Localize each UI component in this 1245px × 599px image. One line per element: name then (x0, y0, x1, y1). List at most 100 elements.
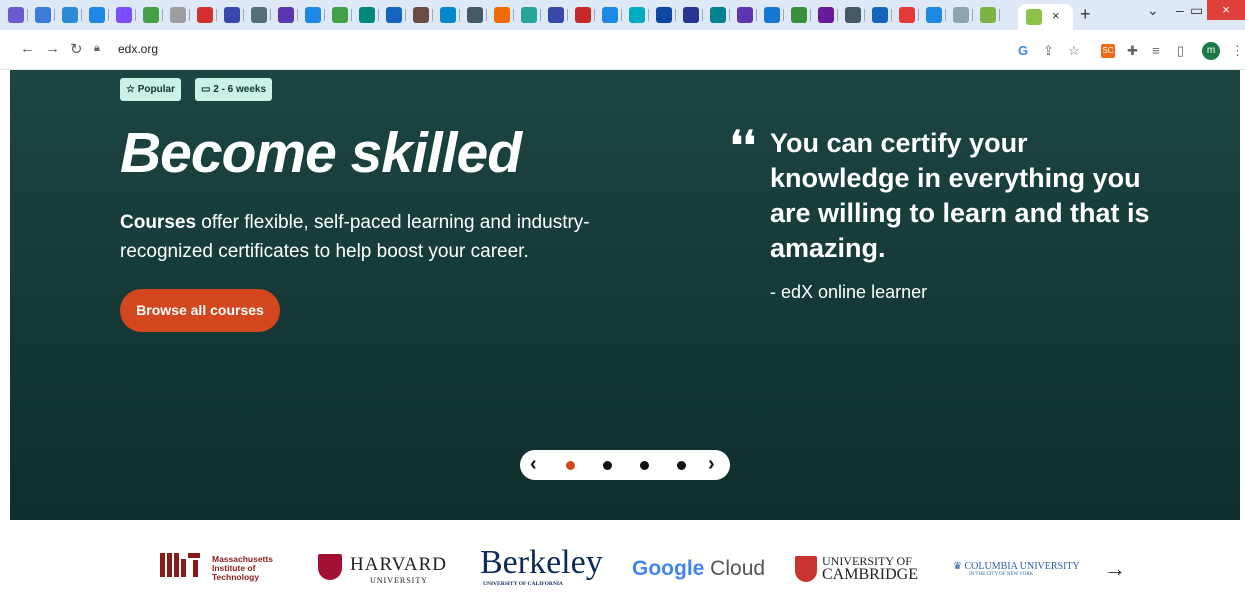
carousel-prev-icon[interactable]: ‹ (530, 453, 537, 476)
partner-logos (0, 520, 1245, 599)
harvard-logo[interactable]: HARVARD UNIVERSITY (350, 554, 447, 585)
profile-avatar[interactable]: m (1202, 42, 1220, 60)
tab-favicon-icon[interactable] (602, 7, 618, 23)
tab-favicon-icon[interactable] (548, 7, 564, 23)
tab-favicon-icon[interactable] (467, 7, 483, 23)
tab-favicon-icon[interactable] (710, 7, 726, 23)
tab-favicon-icon[interactable] (656, 7, 672, 23)
lock-icon[interactable]: 🔒︎ (94, 42, 100, 55)
address-bar[interactable]: 🔒︎ edx.org (90, 36, 1020, 64)
tab-favicon-icon[interactable] (278, 7, 294, 23)
quote-mark-icon: ❛❛ (730, 124, 756, 168)
tab-separator (945, 9, 946, 21)
reading-list-icon[interactable]: ≡ (1152, 43, 1160, 58)
forward-icon[interactable]: → (45, 40, 60, 57)
tab-favicon-icon[interactable] (494, 7, 510, 23)
menu-kebab-icon[interactable]: ⋮ (1231, 43, 1244, 59)
tab-favicon-icon[interactable] (8, 7, 24, 23)
tab-favicon-icon[interactable] (143, 7, 159, 23)
tab-favicon-icon[interactable] (35, 7, 51, 23)
extensions-puzzle-icon[interactable]: ✚ (1127, 43, 1138, 59)
url-text[interactable]: edx.org (118, 42, 158, 56)
window-close-button[interactable]: × (1207, 0, 1245, 20)
cambridge-shield-icon[interactable] (795, 556, 817, 582)
tab-favicon-icon[interactable] (62, 7, 78, 23)
tab-separator (837, 9, 838, 21)
tab-favicon-icon[interactable] (899, 7, 915, 23)
tab-separator (243, 9, 244, 21)
tab-separator (621, 9, 622, 21)
browse-all-courses-button[interactable]: Browse all courses (120, 289, 280, 332)
extension-sc-icon[interactable]: SC (1101, 44, 1115, 58)
carousel-dot[interactable] (640, 461, 649, 470)
cambridge-logo[interactable]: UNIVERSITY OF CAMBRIDGE (822, 554, 919, 583)
tab-separator (162, 9, 163, 21)
tab-favicon-icon[interactable] (575, 7, 591, 23)
tab-favicon-icon[interactable] (683, 7, 699, 23)
tab-favicon-icon[interactable] (737, 7, 753, 23)
tab-favicon-icon[interactable] (305, 7, 321, 23)
hero-description-bold: Courses (120, 212, 197, 233)
tab-favicon-icon[interactable] (521, 7, 537, 23)
tab-favicon-icon[interactable] (980, 7, 996, 23)
tab-close-button[interactable]: × (1052, 8, 1060, 23)
testimonial-author: - edX online learner (770, 282, 928, 302)
carousel-dot[interactable] (677, 461, 686, 470)
tab-separator (432, 9, 433, 21)
back-icon[interactable]: ← (20, 40, 35, 57)
active-tab[interactable]: × (1018, 4, 1073, 30)
tab-favicon-icon[interactable] (386, 7, 402, 23)
columbia-subtitle: IN THE CITY OF NEW YORK (969, 572, 1034, 577)
cambridge-line-2: CAMBRIDGE (822, 566, 919, 583)
badge-popular-label: Popular (137, 84, 175, 95)
tab-favicon-icon[interactable] (170, 7, 186, 23)
bookmark-star-icon[interactable]: ☆ (1068, 43, 1080, 59)
tab-separator (189, 9, 190, 21)
tab-favicon-icon[interactable] (953, 7, 969, 23)
carousel-dot[interactable] (566, 461, 575, 470)
tab-separator (648, 9, 649, 21)
mit-logo-text[interactable]: Massachusetts Institute of Technology (212, 555, 273, 582)
tab-separator (594, 9, 595, 21)
tab-separator (702, 9, 703, 21)
tab-favicon-icon[interactable] (791, 7, 807, 23)
tab-favicon-icon[interactable] (845, 7, 861, 23)
tab-separator (756, 9, 757, 21)
harvard-shield-icon[interactable] (318, 554, 342, 580)
columbia-logo[interactable]: ♛ COLUMBIA UNIVERSITY IN THE CITY OF NEW… (953, 561, 1080, 577)
carousel-dot[interactable] (603, 461, 612, 470)
badge-duration: ▭ 2 - 6 weeks (195, 78, 273, 101)
maximize-button[interactable]: ▭ (1190, 2, 1203, 19)
tab-favicon-icon[interactable] (440, 7, 456, 23)
tab-favicon-icon[interactable] (872, 7, 888, 23)
tab-separator (999, 9, 1000, 21)
minimize-button[interactable]: – (1176, 2, 1184, 18)
share-icon[interactable]: ⇪ (1043, 43, 1054, 59)
berkeley-logo[interactable]: Berkeley UNIVERSITY OF CALIFORNIA (480, 545, 603, 588)
google-icon[interactable]: G (1018, 43, 1028, 58)
logos-next-arrow-icon[interactable]: → (1104, 556, 1126, 582)
tab-favicon-icon[interactable] (332, 7, 348, 23)
tab-favicon-icon[interactable] (818, 7, 834, 23)
tab-search-button[interactable]: ⌄ (1147, 2, 1159, 19)
reload-icon[interactable]: ↻ (70, 40, 83, 58)
tab-favicon-icon[interactable] (629, 7, 645, 23)
tab-favicon-icon[interactable] (89, 7, 105, 23)
new-tab-button[interactable]: + (1080, 4, 1091, 25)
google-cloud-logo[interactable]: Google Cloud (632, 557, 765, 581)
hero-title: Become skilled (120, 121, 522, 185)
tab-favicon-icon[interactable] (413, 7, 429, 23)
tab-favicon-icon[interactable] (116, 7, 132, 23)
carousel-next-icon[interactable]: › (708, 453, 715, 476)
tab-favicon-icon[interactable] (224, 7, 240, 23)
tab-favicon-icon[interactable] (251, 7, 267, 23)
tab-favicon-icon[interactable] (359, 7, 375, 23)
tab-favicon-icon[interactable] (764, 7, 780, 23)
tab-favicon-icon[interactable] (926, 7, 942, 23)
side-panel-icon[interactable]: ▯ (1177, 43, 1184, 59)
calendar-icon: ▭ (201, 84, 211, 95)
tab-favicon-icon[interactable] (197, 7, 213, 23)
hero-banner: ☆ Popular ▭ 2 - 6 weeks Become skilled C… (10, 70, 1240, 520)
tab-separator (864, 9, 865, 21)
tab-separator (729, 9, 730, 21)
